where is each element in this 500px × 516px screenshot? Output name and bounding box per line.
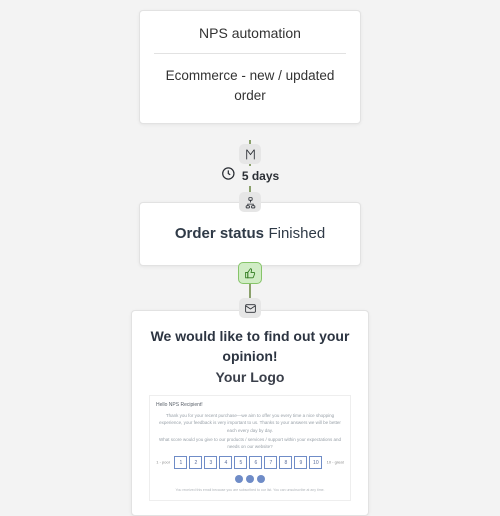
divider: [154, 53, 346, 54]
email-headline: We would like to find out your opinion!: [146, 327, 354, 366]
email-preview: Hello NPS Recipient! Thank you for your …: [149, 395, 351, 501]
email-body-1: Thank you for your recent purchase—we ai…: [156, 412, 344, 434]
email-card[interactable]: We would like to find out your opinion! …: [131, 310, 369, 516]
nps-9[interactable]: 9: [294, 456, 307, 469]
nps-2[interactable]: 2: [189, 456, 202, 469]
branch-icon: [239, 192, 261, 212]
nps-3[interactable]: 3: [204, 456, 217, 469]
social-icons: [156, 475, 344, 484]
email-logo: Your Logo: [146, 369, 354, 385]
nps-4[interactable]: 4: [219, 456, 232, 469]
instagram-icon[interactable]: [257, 475, 265, 483]
scale-low: 1 - poor: [156, 460, 170, 465]
nps-10[interactable]: 10: [309, 456, 322, 469]
thumbs-up-icon: [238, 262, 262, 284]
email-greeting: Hello NPS Recipient!: [156, 402, 344, 408]
nps-scale-row: 1 - poor 1 2 3 4 5 6 7 8 9 10 10 - great: [156, 456, 344, 469]
trigger-title: NPS automation: [150, 25, 350, 41]
trigger-card[interactable]: NPS automation Ecommerce - new / updated…: [139, 10, 361, 124]
condition-value: Finished: [268, 225, 325, 242]
nps-7[interactable]: 7: [264, 456, 277, 469]
nps-8[interactable]: 8: [279, 456, 292, 469]
clock-icon: [221, 166, 236, 186]
facebook-icon[interactable]: [235, 475, 243, 483]
flag-icon: [239, 144, 261, 164]
automation-flow-canvas: NPS automation Ecommerce - new / updated…: [0, 0, 500, 514]
email-footer: You received this email because you are …: [156, 488, 344, 492]
trigger-event: Ecommerce - new / updated order: [150, 66, 350, 107]
nps-scale: 1 2 3 4 5 6 7 8 9 10: [174, 456, 322, 469]
nps-5[interactable]: 5: [234, 456, 247, 469]
nps-6[interactable]: 6: [249, 456, 262, 469]
wait-node[interactable]: 5 days: [217, 166, 283, 186]
email-body-2: What score would you give to our product…: [156, 436, 344, 450]
mail-icon: [239, 298, 261, 318]
nps-1[interactable]: 1: [174, 456, 187, 469]
scale-high: 10 - great: [327, 460, 344, 465]
twitter-icon[interactable]: [246, 475, 254, 483]
condition-label: Order status: [175, 225, 264, 242]
wait-label: 5 days: [242, 169, 279, 183]
